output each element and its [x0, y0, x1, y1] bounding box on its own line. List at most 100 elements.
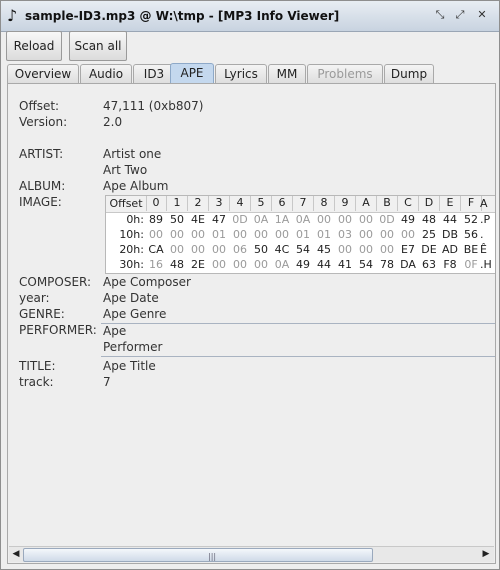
hex-col-header: E [440, 196, 461, 211]
hex-row-ascii: .P [480, 213, 491, 226]
image-label: IMAGE: [19, 195, 62, 209]
hex-byte-cell: 00 [401, 228, 415, 241]
hex-byte-cell: 00 [212, 258, 226, 271]
tab-dump[interactable]: Dump [384, 64, 434, 83]
album-label: ALBUM: [19, 179, 66, 193]
genre-value: Ape Genre [103, 307, 167, 321]
hex-byte-cell: 50 [170, 213, 184, 226]
reload-button[interactable]: Reload [6, 31, 62, 61]
hex-row-offset: 0h: [126, 213, 144, 226]
hex-byte-cell: 0A [274, 258, 290, 271]
hex-byte-cell: 48 [170, 258, 184, 271]
hex-col-header: D [419, 196, 440, 211]
hex-byte-cell: 54 [296, 243, 310, 256]
hex-row: 20h: CA 00 00 00 06 50 4C 54 45 00 00 00 E7 DE AD BE Ê [106, 242, 495, 258]
hex-col-header: B [377, 196, 398, 211]
hex-byte-cell: DB [441, 228, 459, 241]
hex-byte-cell: 00 [359, 243, 373, 256]
hex-ascii-header: A [480, 197, 488, 210]
hex-byte-cell: 50 [254, 243, 268, 256]
hex-byte-cell: E7 [401, 243, 415, 256]
window-title: sample-ID3.mp3 @ W:\tmp - [MP3 Info View… [25, 9, 340, 23]
hex-byte-cell: 0A [253, 213, 269, 226]
hex-byte-cell: 56 [464, 228, 478, 241]
genre-label: GENRE: [19, 307, 65, 321]
hex-col-header: 3 [209, 196, 230, 211]
hex-byte-cell: 78 [380, 258, 394, 271]
hex-byte-cell: 00 [191, 228, 205, 241]
hex-header-row: Offset 0 1 2 3 4 5 6 7 8 9 A B C D E F A [106, 196, 495, 213]
tab-mm[interactable]: MM [268, 64, 306, 83]
hex-byte-cell: 00 [338, 243, 352, 256]
hex-col-header: A [356, 196, 377, 211]
scan-all-button[interactable]: Scan all [69, 31, 127, 61]
hex-byte-cell: 00 [275, 228, 289, 241]
scroll-left-icon[interactable]: ◀ [9, 548, 23, 561]
version-label: Version: [19, 115, 68, 129]
composer-value: Ape Composer [103, 275, 191, 289]
hex-byte-cell: 00 [233, 228, 247, 241]
year-value: Ape Date [103, 291, 159, 305]
track-label: track: [19, 375, 54, 389]
hex-byte-cell: 47 [212, 213, 226, 226]
close-icon[interactable]: ✕ [475, 8, 489, 22]
hex-byte-cell: 00 [359, 213, 373, 226]
image-hex-table[interactable]: Offset 0 1 2 3 4 5 6 7 8 9 A B C D E F A… [105, 195, 495, 274]
hex-byte-cell: BE [463, 243, 479, 256]
hex-col-header: 9 [335, 196, 356, 211]
hex-row: 10h: 00 00 00 01 00 00 00 01 01 03 00 00 00 25 DB 56. [106, 227, 495, 243]
hex-byte-cell: 44 [317, 258, 331, 271]
hex-byte-cell: 03 [338, 228, 352, 241]
scrollbar-thumb[interactable]: ||| [23, 548, 373, 562]
offset-label: Offset: [19, 99, 60, 113]
hex-byte-cell: 00 [233, 258, 247, 271]
hex-byte-cell: F8 [443, 258, 457, 271]
tab-lyrics[interactable]: Lyrics [215, 64, 267, 83]
hex-byte-cell: 0F [464, 258, 478, 271]
hex-byte-cell: 06 [233, 243, 247, 256]
hex-byte-cell: 1A [274, 213, 290, 226]
hex-row: 30h: 16 48 2E 00 00 00 0A 49 44 41 54 78 DA 63 F8 0F .H [106, 257, 495, 273]
hex-byte-cell: 01 [296, 228, 310, 241]
tab-problems: Problems [307, 64, 383, 83]
title-bar: ♪ sample-ID3.mp3 @ W:\tmp - [MP3 Info Vi… [1, 1, 499, 32]
restore-icon[interactable]: ⤡ [433, 8, 447, 22]
tab-overview[interactable]: Overview [7, 64, 79, 83]
maximize-icon[interactable]: ⤢ [453, 8, 467, 22]
tab-id3[interactable]: ID3 [133, 64, 175, 83]
year-label: year: [19, 291, 50, 305]
hex-byte-cell: 00 [380, 228, 394, 241]
hex-byte-cell: 00 [170, 228, 184, 241]
hex-byte-cell: 0A [295, 213, 311, 226]
album-value: Ape Album [103, 179, 169, 193]
hex-byte-cell: 00 [191, 243, 205, 256]
composer-label: COMPOSER: [19, 275, 92, 289]
hex-row-ascii: . [480, 228, 484, 241]
hex-byte-cell: 89 [149, 213, 163, 226]
hex-col-header: 8 [314, 196, 335, 211]
scroll-right-icon[interactable]: ▶ [479, 548, 493, 561]
hex-byte-cell: 00 [254, 258, 268, 271]
tab-audio[interactable]: Audio [80, 64, 132, 83]
hex-byte-cell: 00 [380, 243, 394, 256]
hex-byte-cell: 0D [232, 213, 248, 226]
hex-byte-cell: 2E [191, 258, 205, 271]
artist-value-2: Art Two [103, 163, 148, 177]
app-window: ♪ sample-ID3.mp3 @ W:\tmp - [MP3 Info Vi… [0, 0, 500, 570]
hex-row-ascii: Ê [480, 243, 487, 256]
hex-col-header: 4 [230, 196, 251, 211]
hex-byte-cell: 01 [212, 228, 226, 241]
hex-row-ascii: .H [480, 258, 492, 271]
hex-col-header: 2 [188, 196, 209, 211]
hex-col-header: F [461, 196, 482, 211]
hex-byte-cell: 52 [464, 213, 478, 226]
performer-value-1: Ape [103, 324, 127, 338]
hex-byte-cell: 00 [317, 213, 331, 226]
hex-byte-cell: 4C [274, 243, 290, 256]
hex-row: 0h: 89 50 4E 47 0D 0A 1A 0A 00 00 00 0D 49 48 44 52 .P [106, 212, 495, 228]
hex-col-header: C [398, 196, 419, 211]
tab-ape[interactable]: APE [170, 63, 214, 84]
horizontal-scrollbar[interactable]: ◀ ||| ▶ [9, 546, 494, 562]
performer-value-2: Performer [103, 340, 163, 354]
hex-byte-cell: 00 [359, 228, 373, 241]
